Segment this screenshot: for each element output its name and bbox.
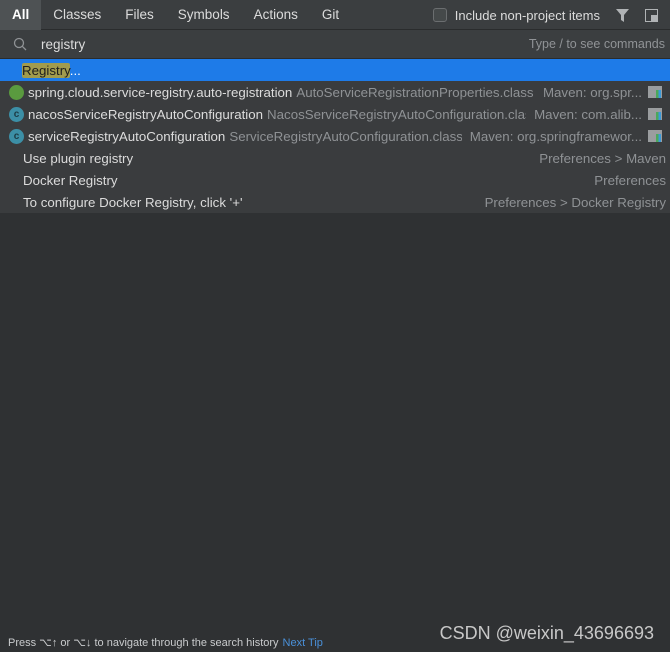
next-tip-link[interactable]: Next Tip [283,637,323,649]
tip-text: Press ⌥↑ or ⌥↓ to navigate through the s… [8,637,279,649]
scope-tabs: All Classes Files Symbols Actions Git In… [0,0,670,30]
match-highlight: Registry [22,62,70,78]
action-location: Preferences > Maven [539,150,666,166]
list-item[interactable]: spring.cloud.service-registry.auto-regis… [0,81,670,103]
result-file: ServiceRegistryAutoConfiguration.class [229,128,463,144]
tab-actions[interactable]: Actions [242,0,310,30]
footer-tip: Press ⌥↑ or ⌥↓ to navigate through the s… [8,636,323,649]
results-list: Registry... spring.cloud.service-registr… [0,59,670,213]
search-bar[interactable]: registry Type / to see commands [0,30,670,59]
class-icon: c [9,106,24,122]
search-input[interactable]: registry [41,37,85,52]
list-item-selected[interactable]: Registry... [0,59,670,81]
result-name: spring.cloud.service-registry.auto-regis… [28,84,293,100]
action-location: Preferences [594,172,666,188]
result-name: nacosServiceRegistryAutoConfiguration [28,106,264,122]
result-name: serviceRegistryAutoConfiguration [28,128,226,144]
result-location: Maven: org.springframewor... [461,128,642,144]
list-item[interactable]: c nacosServiceRegistryAutoConfiguration … [0,103,670,125]
action-item[interactable]: Docker Registry Preferences [0,169,670,191]
action-item[interactable]: To configure Docker Registry, click '+' … [0,191,670,213]
action-name: Use plugin registry [23,150,134,166]
include-non-project-checkbox[interactable] [432,8,447,22]
spring-icon [9,84,24,100]
library-icon [648,130,662,142]
pin-window-icon[interactable] [645,8,658,22]
action-item[interactable]: Use plugin registry Preferences > Maven [0,147,670,169]
result-location: Maven: com.alib... [526,106,642,122]
tab-all[interactable]: All [0,0,42,30]
filter-icon[interactable] [616,8,629,22]
watermark: CSDN @weixin_43696693 [439,623,654,643]
tab-symbols[interactable]: Symbols [166,0,242,30]
library-icon [648,86,662,98]
ellipsis: ... [69,62,81,78]
tab-files[interactable]: Files [113,0,166,30]
tab-git[interactable]: Git [310,0,351,30]
include-non-project-label[interactable]: Include non-project items [455,8,600,23]
class-icon: c [9,128,24,144]
list-item[interactable]: c serviceRegistryAutoConfiguration Servi… [0,125,670,147]
action-name: Docker Registry [23,172,118,188]
search-icon [13,37,27,51]
action-name: To configure Docker Registry, click '+' [23,194,243,210]
action-location: Preferences > Docker Registry [484,194,666,210]
search-hint: Type / to see commands [528,37,665,51]
result-file: NacosServiceRegistryAutoConfiguration.cl… [267,106,539,122]
result-location: Maven: org.spr... [534,84,642,100]
result-file: AutoServiceRegistrationProperties.class [296,84,534,100]
tab-classes[interactable]: Classes [41,0,113,30]
library-icon [648,108,662,120]
